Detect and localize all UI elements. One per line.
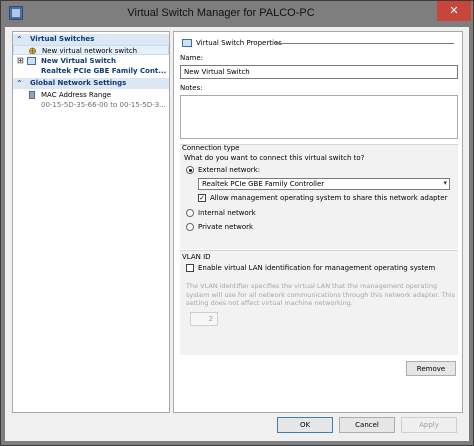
header-divider bbox=[276, 43, 454, 44]
allow-management-os-label: Allow management operating system to sha… bbox=[210, 194, 448, 202]
connection-type-label: Connection type bbox=[182, 144, 240, 152]
properties-pane: Virtual Switch Properties Name: New Virt… bbox=[173, 31, 463, 413]
external-network-label: External network: bbox=[198, 166, 261, 174]
network-switch-icon bbox=[182, 39, 192, 47]
nav-item-new-virtual-network-switch[interactable]: New virtual network switch bbox=[13, 45, 169, 55]
remove-button[interactable]: Remove bbox=[406, 361, 456, 376]
connection-question: What do you want to connect this virtual… bbox=[184, 154, 365, 162]
vlan-description-line: system will use for all network communic… bbox=[186, 290, 456, 299]
cancel-button[interactable]: Cancel bbox=[339, 417, 395, 433]
vlan-description: The VLAN identifier specifies the virtua… bbox=[186, 282, 456, 308]
apply-button[interactable]: Apply bbox=[401, 417, 457, 433]
notes-textarea[interactable] bbox=[180, 95, 458, 139]
nav-item-label: New virtual network switch bbox=[42, 47, 138, 55]
chevron-up-icon: ⌃ bbox=[16, 35, 23, 44]
vlan-id-spinbox[interactable]: 2 bbox=[190, 312, 218, 326]
internal-network-label: Internal network bbox=[198, 209, 256, 217]
properties-header-label: Virtual Switch Properties bbox=[196, 39, 282, 47]
network-adapter-select[interactable]: Realtek PCIe GBE Family Controller ▾ bbox=[198, 178, 450, 190]
internal-network-radio[interactable] bbox=[186, 209, 194, 217]
network-switch-icon bbox=[27, 57, 36, 65]
virtual-switches-section-header[interactable]: ⌃ Virtual Switches bbox=[13, 34, 169, 45]
virtual-switch-manager-window: Virtual Switch Manager for PALCO-PC ✕ ⌃ … bbox=[0, 0, 474, 446]
dialog-body: ⌃ Virtual Switches New virtual network s… bbox=[5, 27, 469, 441]
name-label: Name: bbox=[180, 54, 204, 62]
notes-label: Notes: bbox=[180, 84, 203, 92]
external-network-radio[interactable] bbox=[186, 166, 194, 174]
private-network-label: Private network bbox=[198, 223, 254, 231]
nav-item-adapter-name: Realtek PCIe GBE Family Cont... bbox=[41, 67, 167, 75]
vlan-description-line: The VLAN identifier specifies the virtua… bbox=[186, 282, 438, 290]
window-title: Virtual Switch Manager for PALCO-PC bbox=[127, 7, 315, 19]
chevron-up-icon: ⌃ bbox=[16, 79, 23, 88]
network-switch-icon bbox=[28, 47, 37, 54]
global-network-settings-section-header[interactable]: ⌃ Global Network Settings bbox=[13, 78, 169, 89]
global-settings-header-label: Global Network Settings bbox=[30, 79, 127, 87]
vlan-id-label: VLAN ID bbox=[182, 253, 211, 261]
vlan-id-group: VLAN ID Enable virtual LAN identificatio… bbox=[180, 250, 458, 355]
enable-vlan-label: Enable virtual LAN identification for ma… bbox=[198, 264, 436, 272]
nav-item-label: New Virtual Switch bbox=[41, 57, 116, 65]
name-input[interactable]: New Virtual Switch bbox=[180, 65, 458, 79]
nav-item-label: MAC Address Range bbox=[41, 91, 112, 99]
ok-button[interactable]: OK bbox=[277, 417, 333, 433]
virtual-switches-header-label: Virtual Switches bbox=[30, 35, 95, 43]
mac-address-icon bbox=[29, 91, 35, 99]
navigation-pane: ⌃ Virtual Switches New virtual network s… bbox=[12, 31, 170, 413]
connection-type-group: Connection type What do you want to conn… bbox=[180, 144, 458, 249]
allow-management-os-checkbox[interactable]: ✓ bbox=[198, 194, 206, 202]
vlan-description-line: setting does not affect virtual machine … bbox=[186, 299, 353, 307]
mac-range-value: 00-15-5D-35-66-00 to 00-15-5D-3... bbox=[41, 101, 166, 109]
private-network-radio[interactable] bbox=[186, 223, 194, 231]
expand-plus-icon[interactable]: ⊞ bbox=[17, 56, 24, 66]
close-button[interactable]: ✕ bbox=[437, 1, 471, 21]
chevron-down-icon: ▾ bbox=[443, 179, 447, 187]
enable-vlan-checkbox[interactable] bbox=[186, 264, 194, 272]
nav-item-new-virtual-switch[interactable]: ⊞ New Virtual Switch bbox=[13, 56, 169, 66]
title-bar: Virtual Switch Manager for PALCO-PC ✕ bbox=[1, 1, 473, 27]
adapter-selected-value: Realtek PCIe GBE Family Controller bbox=[202, 180, 325, 188]
nav-item-mac-address-range[interactable]: MAC Address Range bbox=[13, 90, 169, 100]
